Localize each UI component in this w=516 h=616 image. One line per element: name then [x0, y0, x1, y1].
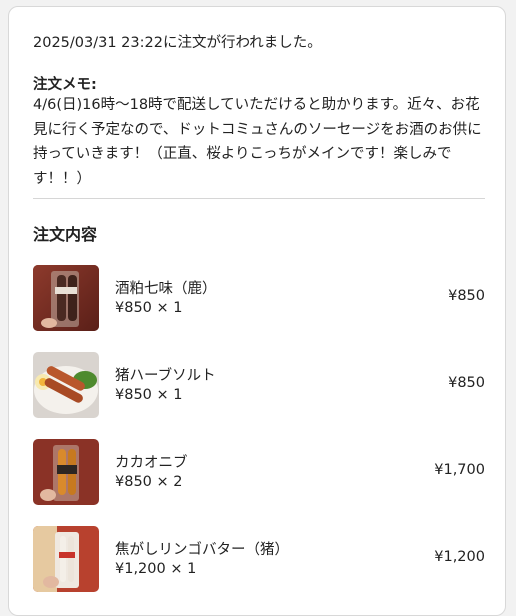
order-item[interactable]: 酒粕七味（鹿） ¥850 × 1 ¥850: [33, 265, 485, 331]
item-price: ¥850: [448, 375, 485, 391]
sausage-pack-white-icon: [33, 526, 99, 592]
sausage-pack-orange-icon: [33, 439, 99, 505]
item-name: 焦がしリンゴバター（猪）: [115, 542, 289, 558]
order-timestamp: 2025/03/31 23:22に注文が行われました。: [33, 35, 322, 51]
sausage-pack-red-icon: [33, 265, 99, 331]
item-name: カカオニブ: [115, 455, 188, 471]
order-memo-text: 4/6(日)16時〜18時で配送していただけると助かります。近々、お花見に行く予…: [33, 97, 482, 187]
order-card: 2025/03/31 23:22に注文が行われました。 注文メモ: 4/6(日)…: [8, 6, 506, 616]
grilled-sausage-plate-icon: [33, 352, 99, 418]
item-unit-qty: ¥850 × 1: [115, 300, 183, 316]
order-item[interactable]: カカオニブ ¥850 × 2 ¥1,700: [33, 439, 485, 505]
item-unit-qty: ¥1,200 × 1: [115, 561, 197, 577]
order-items-title: 注文内容: [33, 225, 98, 244]
item-unit-qty: ¥850 × 2: [115, 474, 183, 490]
item-name: 酒粕七味（鹿）: [115, 281, 217, 297]
order-item[interactable]: 焦がしリンゴバター（猪） ¥1,200 × 1 ¥1,200: [33, 526, 485, 592]
order-item[interactable]: 猪ハーブソルト ¥850 × 1 ¥850: [33, 352, 485, 418]
item-name: 猪ハーブソルト: [115, 368, 216, 384]
item-price: ¥850: [448, 288, 485, 304]
section-divider: [33, 198, 485, 199]
order-memo-label: 注文メモ:: [33, 77, 97, 93]
item-unit-qty: ¥850 × 1: [115, 387, 183, 403]
item-price: ¥1,200: [434, 549, 485, 565]
item-price: ¥1,700: [434, 462, 485, 478]
